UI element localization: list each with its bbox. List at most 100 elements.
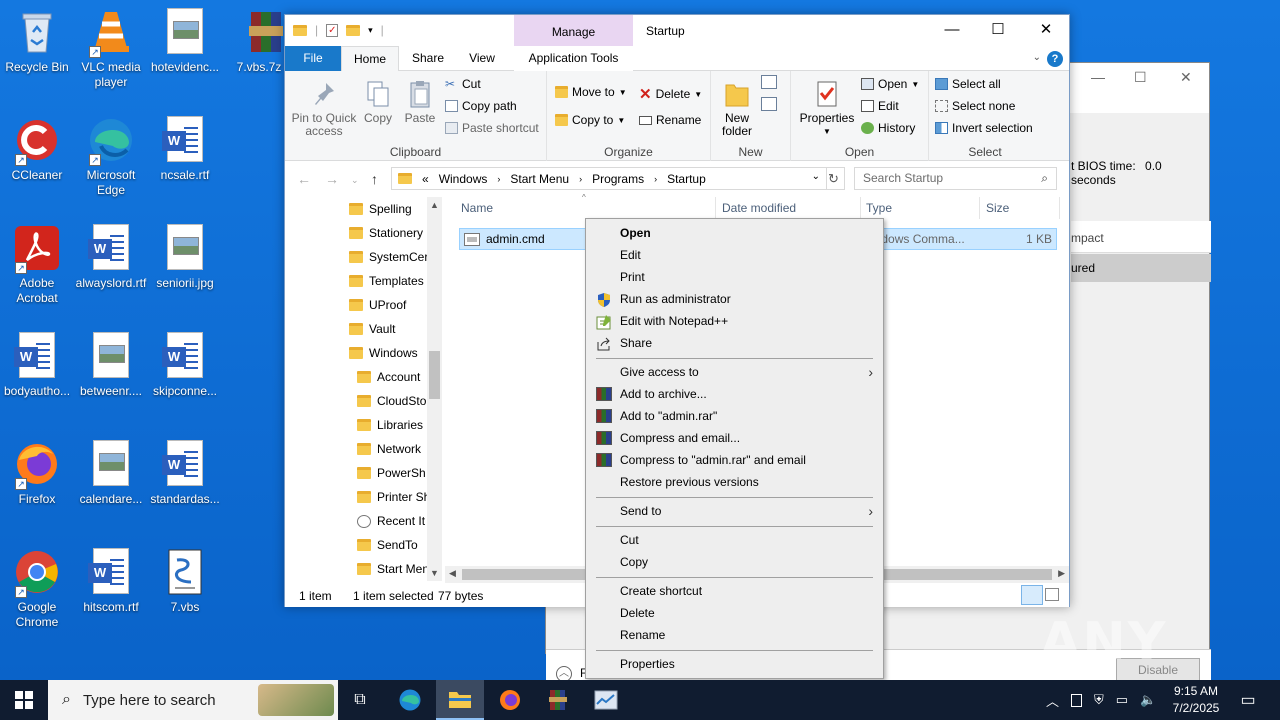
tab-file[interactable]: File — [285, 46, 341, 71]
tab-home[interactable]: Home — [341, 46, 399, 72]
startup-impact-header[interactable]: mpact — [1071, 221, 1211, 253]
taskbar-firefox-icon[interactable] — [486, 680, 534, 720]
menu-item-properties[interactable]: Properties — [586, 653, 883, 675]
notifications-icon[interactable]: ▭ — [1224, 680, 1272, 720]
address-field[interactable]: « Windows › Start Menu › Programs › Star… — [391, 167, 827, 190]
nav-item-spelling[interactable]: Spelling — [349, 197, 412, 221]
paste-button[interactable]: Paste — [401, 79, 439, 125]
breadcrumb-windows[interactable]: Windows — [439, 172, 488, 186]
desktop-icon-recycle-bin[interactable]: Recycle Bin — [0, 8, 74, 75]
edit-button[interactable]: Edit — [861, 99, 899, 113]
scroll-up-icon[interactable]: ▲ — [430, 200, 439, 210]
desktop-icon-standardas[interactable]: W standardas... — [148, 440, 222, 507]
nav-item-uproof[interactable]: UProof — [349, 293, 406, 317]
menu-item-add-to-archive[interactable]: Add to archive... — [586, 383, 883, 405]
desktop-icon-adobe-acrobat[interactable]: ↗ Adobe Acrobat — [0, 224, 74, 306]
scroll-left-icon[interactable]: ◀ — [449, 568, 456, 579]
menu-item-give-access-to[interactable]: Give access to › — [586, 361, 883, 383]
desktop-icon-vlc[interactable]: ↗ VLC media player — [74, 8, 148, 90]
nav-item-powersh[interactable]: PowerSh — [357, 461, 426, 485]
select-all-button[interactable]: Select all — [935, 77, 1001, 91]
history-button[interactable]: History — [861, 121, 915, 135]
expand-ribbon-icon[interactable]: ⌄ — [1033, 52, 1041, 63]
taskbar-edge-icon[interactable] — [386, 680, 434, 720]
nav-item-systemcer[interactable]: SystemCer — [349, 245, 428, 269]
column-header-name[interactable]: Name — [461, 201, 493, 215]
nav-scrollbar[interactable]: ▲ ▼ — [427, 197, 442, 581]
menu-item-print[interactable]: Print — [586, 266, 883, 288]
nav-item-start-men[interactable]: Start Men — [357, 557, 429, 581]
properties-button[interactable]: Properties ▼ — [795, 79, 859, 138]
menu-item-copy[interactable]: Copy — [586, 551, 883, 573]
paste-shortcut-button[interactable]: Paste shortcut — [445, 121, 539, 135]
nav-item-printer-sh[interactable]: Printer Sh — [357, 485, 430, 509]
nav-item-windows[interactable]: Windows — [349, 341, 418, 365]
taskbar-winrar-icon[interactable] — [534, 680, 582, 720]
desktop-icon-skipconne[interactable]: W skipconne... — [148, 332, 222, 399]
nav-item-recent-it[interactable]: Recent It — [357, 509, 425, 533]
breadcrumb-programs[interactable]: Programs — [592, 172, 644, 186]
menu-item-send-to[interactable]: Send to › — [586, 500, 883, 522]
address-dropdown-chevron-icon[interactable]: ⌄ — [812, 171, 820, 182]
minimize-icon[interactable]: — — [1091, 69, 1105, 85]
volume-icon[interactable]: 🔈 — [1140, 692, 1156, 708]
desktop-icon-calendare[interactable]: calendare... — [74, 440, 148, 507]
nav-item-stationery[interactable]: Stationery — [349, 221, 423, 245]
desktop-icon-microsoft-edge[interactable]: ↗ Microsoft Edge — [74, 116, 148, 198]
column-header-date-modified[interactable]: Date modified — [722, 201, 796, 215]
desktop-icon-google-chrome[interactable]: ↗ Google Chrome — [0, 548, 74, 630]
invert-selection-button[interactable]: Invert selection — [935, 121, 1033, 135]
customize-toolbar-chevron-icon[interactable]: ▾ — [368, 25, 373, 36]
column-header-type[interactable]: Type — [866, 201, 892, 215]
context-menu[interactable]: Open Edit Print Run as administrator Edi… — [585, 218, 884, 679]
nav-item-cloudsto[interactable]: CloudSto — [357, 389, 426, 413]
new-item-icon[interactable] — [761, 75, 777, 89]
start-button[interactable] — [0, 680, 48, 720]
tab-share[interactable]: Share — [403, 46, 453, 71]
taskbar-file-explorer-icon[interactable] — [436, 680, 484, 720]
menu-item-compress-to-admin-rar-and-email[interactable]: Compress to "admin.rar" and email — [586, 449, 883, 471]
refresh-icon[interactable]: ↻ — [823, 167, 845, 190]
menu-item-add-to-admin-rar[interactable]: Add to "admin.rar" — [586, 405, 883, 427]
menu-item-share[interactable]: Share — [586, 332, 883, 354]
forward-arrow-icon[interactable]: → — [325, 171, 339, 187]
clock[interactable]: 9:15 AM 7/2/2025 — [1170, 683, 1222, 717]
security-icon[interactable]: ⛨ — [1094, 692, 1104, 708]
desktop-icon-alwayslord[interactable]: W alwayslord.rtf — [74, 224, 148, 291]
rename-button[interactable]: Rename — [639, 113, 701, 127]
nav-item-network[interactable]: Network — [357, 437, 421, 461]
nav-item-vault[interactable]: Vault — [349, 317, 395, 341]
tab-application-tools[interactable]: Application Tools — [514, 46, 633, 71]
desktop-icon-hotevidenc[interactable]: hotevidenc... — [148, 8, 222, 75]
close-icon[interactable]: ✕ — [1180, 69, 1192, 86]
selected-row[interactable]: ured — [1071, 254, 1211, 282]
nav-item-sendto[interactable]: SendTo — [357, 533, 418, 557]
nav-item-libraries[interactable]: Libraries — [357, 413, 423, 437]
taskbar-search-box[interactable]: ⌕ Type here to search — [48, 680, 338, 720]
scroll-right-icon[interactable]: ▶ — [1058, 568, 1065, 579]
nav-item-account[interactable]: Account — [357, 365, 420, 389]
desktop-icon-seniorii[interactable]: seniorii.jpg — [148, 224, 222, 291]
delete-button[interactable]: ✕ Delete ▼ — [639, 85, 702, 103]
network-icon[interactable]: ▭ — [1116, 692, 1128, 708]
taskbar-task-manager-icon[interactable] — [582, 680, 630, 720]
maximize-button[interactable]: ☐ — [975, 15, 1021, 46]
task-view-icon[interactable]: ⧉ — [336, 680, 384, 720]
menu-item-create-shortcut[interactable]: Create shortcut — [586, 580, 883, 602]
new-folder-button[interactable]: New folder — [717, 79, 757, 138]
breadcrumb-overflow[interactable]: « — [422, 172, 429, 186]
desktop-icon-firefox[interactable]: ↗ Firefox — [0, 440, 74, 507]
maximize-icon[interactable]: ☐ — [1134, 69, 1147, 86]
breadcrumb-start-menu[interactable]: Start Menu — [510, 172, 569, 186]
menu-item-restore-previous-versions[interactable]: Restore previous versions — [586, 471, 883, 493]
navigation-pane[interactable]: Spelling Stationery SystemCer Templates … — [285, 195, 443, 585]
copy-button[interactable]: Copy — [359, 79, 397, 125]
desktop-icon-bodyautho[interactable]: W bodyautho... — [0, 332, 74, 399]
device-icon[interactable] — [1071, 693, 1083, 707]
minimize-button[interactable]: — — [929, 15, 975, 46]
menu-item-edit-with-notepadpp[interactable]: Edit with Notepad++ — [586, 310, 883, 332]
close-button[interactable]: ✕ — [1023, 15, 1069, 46]
cut-button[interactable]: ✂ Cut — [445, 77, 481, 91]
menu-item-rename[interactable]: Rename — [586, 624, 883, 646]
scroll-down-icon[interactable]: ▼ — [430, 568, 439, 578]
